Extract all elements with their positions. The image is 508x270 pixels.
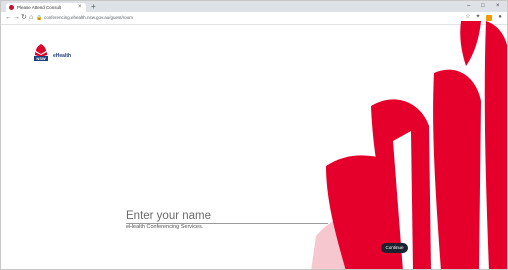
logo-text: NSW	[36, 56, 46, 61]
extension-icon[interactable]: ✦	[475, 14, 481, 21]
tab-title: Please Attend Consult	[17, 5, 62, 10]
petal-5	[460, 21, 481, 66]
forward-button[interactable]: →	[13, 13, 20, 23]
browser-tab[interactable]: Please Attend Consult ×	[6, 3, 86, 12]
new-tab-button[interactable]: +	[91, 2, 96, 11]
petal-3	[433, 69, 481, 269]
minimize-button[interactable]: –	[467, 1, 470, 11]
lock-icon: 🔒	[36, 15, 43, 21]
home-button[interactable]: ⌂	[29, 13, 33, 23]
nsw-waratah-logo: NSW	[34, 44, 48, 61]
browser-window: Please Attend Consult × + – □ × ← → ↻ ⌂ …	[0, 0, 508, 270]
waratah-petals-graphic	[311, 21, 507, 269]
service-label: eHealth Conferencing Services.	[126, 224, 204, 230]
tab-close-button[interactable]: ×	[78, 3, 82, 11]
petal-4	[484, 21, 507, 269]
back-button[interactable]: ←	[5, 13, 12, 23]
profile-icon[interactable]: ●	[497, 14, 503, 21]
name-input[interactable]	[126, 208, 328, 224]
star-icon[interactable]: ☆	[465, 14, 471, 21]
close-window-button[interactable]: ×	[496, 1, 500, 11]
url-text: conferencing.ehealth.nsw.gov.au/guest/ro…	[44, 15, 133, 20]
tab-strip: Please Attend Consult × + – □ ×	[1, 1, 507, 12]
reload-button[interactable]: ↻	[21, 13, 27, 23]
ehealth-wordmark: eHealth	[53, 53, 72, 59]
favicon-icon	[9, 5, 14, 10]
continue-button[interactable]: Continue	[381, 243, 408, 253]
maximize-button[interactable]: □	[481, 1, 485, 11]
